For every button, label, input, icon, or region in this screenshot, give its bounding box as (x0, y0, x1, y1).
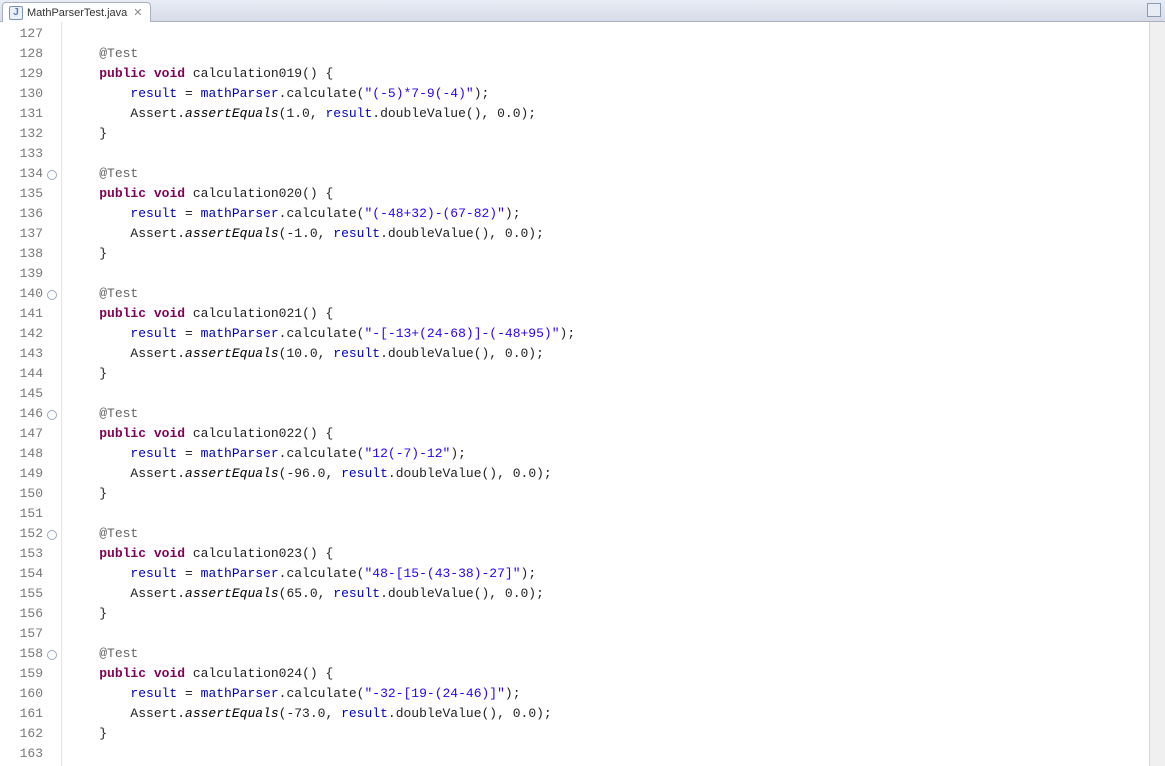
code-line[interactable]: public void calculation023() { (68, 544, 1165, 564)
code-line[interactable]: @Test (68, 44, 1165, 64)
code-line[interactable]: result = mathParser.calculate("48-[15-(4… (68, 564, 1165, 584)
line-number: 163 (0, 744, 61, 764)
line-number: 160 (0, 684, 61, 704)
code-line[interactable]: Assert.assertEquals(-73.0, result.double… (68, 704, 1165, 724)
code-line[interactable]: @Test (68, 404, 1165, 424)
line-number: 156 (0, 604, 61, 624)
code-line[interactable]: } (68, 244, 1165, 264)
line-number: 153 (0, 544, 61, 564)
line-number: 146 (0, 404, 61, 424)
code-line[interactable]: public void calculation020() { (68, 184, 1165, 204)
line-number: 136 (0, 204, 61, 224)
code-line[interactable]: } (68, 724, 1165, 744)
code-line[interactable]: Assert.assertEquals(65.0, result.doubleV… (68, 584, 1165, 604)
line-number: 138 (0, 244, 61, 264)
line-number-gutter: 1271281291301311321331341351361371381391… (0, 22, 62, 766)
close-icon[interactable]: ✕ (131, 6, 144, 19)
line-number: 142 (0, 324, 61, 344)
code-line[interactable]: result = mathParser.calculate("12(-7)-12… (68, 444, 1165, 464)
code-line[interactable]: } (68, 364, 1165, 384)
maximize-view-icon[interactable] (1147, 3, 1161, 17)
code-line[interactable] (68, 744, 1165, 764)
code-line[interactable]: } (68, 124, 1165, 144)
code-line[interactable] (68, 384, 1165, 404)
code-line[interactable]: public void calculation022() { (68, 424, 1165, 444)
file-tab-label: MathParserTest.java (27, 7, 127, 19)
line-number: 158 (0, 644, 61, 664)
line-number: 135 (0, 184, 61, 204)
code-area[interactable]: @Test public void calculation019() { res… (62, 22, 1165, 766)
code-line[interactable]: Assert.assertEquals(10.0, result.doubleV… (68, 344, 1165, 364)
line-number: 149 (0, 464, 61, 484)
editor-tab-bar: J MathParserTest.java ✕ (0, 0, 1165, 22)
line-number: 133 (0, 144, 61, 164)
code-line[interactable]: @Test (68, 164, 1165, 184)
code-line[interactable]: result = mathParser.calculate("-32-[19-(… (68, 684, 1165, 704)
code-line[interactable]: public void calculation019() { (68, 64, 1165, 84)
line-number: 159 (0, 664, 61, 684)
line-number: 152 (0, 524, 61, 544)
code-line[interactable] (68, 504, 1165, 524)
line-number: 129 (0, 64, 61, 84)
line-number: 134 (0, 164, 61, 184)
vertical-scrollbar[interactable] (1149, 22, 1165, 766)
line-number: 140 (0, 284, 61, 304)
code-line[interactable]: result = mathParser.calculate("(-5)*7-9(… (68, 84, 1165, 104)
line-number: 157 (0, 624, 61, 644)
code-line[interactable] (68, 144, 1165, 164)
line-number: 143 (0, 344, 61, 364)
code-line[interactable]: public void calculation024() { (68, 664, 1165, 684)
line-number: 139 (0, 264, 61, 284)
code-line[interactable]: public void calculation021() { (68, 304, 1165, 324)
file-tab[interactable]: J MathParserTest.java ✕ (2, 2, 151, 22)
line-number: 144 (0, 364, 61, 384)
line-number: 150 (0, 484, 61, 504)
code-line[interactable]: } (68, 604, 1165, 624)
line-number: 130 (0, 84, 61, 104)
line-number: 137 (0, 224, 61, 244)
code-line[interactable]: Assert.assertEquals(-1.0, result.doubleV… (68, 224, 1165, 244)
line-number: 127 (0, 24, 61, 44)
code-line[interactable]: @Test (68, 284, 1165, 304)
line-number: 155 (0, 584, 61, 604)
line-number: 147 (0, 424, 61, 444)
code-line[interactable]: } (68, 484, 1165, 504)
line-number: 162 (0, 724, 61, 744)
code-line[interactable] (68, 264, 1165, 284)
line-number: 132 (0, 124, 61, 144)
line-number: 128 (0, 44, 61, 64)
code-editor[interactable]: 1271281291301311321331341351361371381391… (0, 22, 1165, 766)
code-line[interactable]: @Test (68, 644, 1165, 664)
line-number: 145 (0, 384, 61, 404)
line-number: 154 (0, 564, 61, 584)
code-line[interactable] (68, 24, 1165, 44)
line-number: 161 (0, 704, 61, 724)
line-number: 141 (0, 304, 61, 324)
line-number: 151 (0, 504, 61, 524)
code-line[interactable]: result = mathParser.calculate("(-48+32)-… (68, 204, 1165, 224)
code-line[interactable]: @Test (68, 524, 1165, 544)
code-line[interactable] (68, 624, 1165, 644)
code-line[interactable]: Assert.assertEquals(1.0, result.doubleVa… (68, 104, 1165, 124)
code-line[interactable]: result = mathParser.calculate("-[-13+(24… (68, 324, 1165, 344)
java-file-icon: J (9, 6, 23, 20)
code-line[interactable]: Assert.assertEquals(-96.0, result.double… (68, 464, 1165, 484)
line-number: 148 (0, 444, 61, 464)
line-number: 131 (0, 104, 61, 124)
